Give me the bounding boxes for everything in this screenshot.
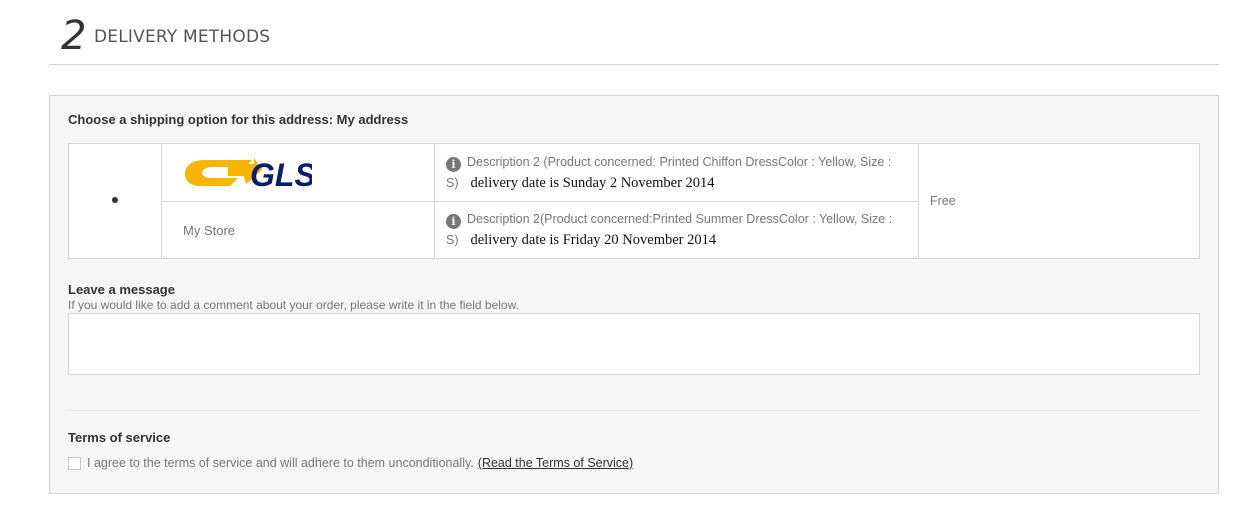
divider [68,410,1200,411]
message-help-text: If you would like to add a comment about… [68,298,519,312]
carrier-description-2: i Description 2(Product concerned:Printed… [434,201,919,259]
carrier-price: Free [930,194,956,208]
terms-title: Terms of service [68,430,171,445]
store-name: My Store [183,223,236,238]
step-number: 2 [61,13,87,59]
delivery-date-1: delivery date is Sunday 2 November 2014 [470,174,715,191]
delivery-date-2: delivery date is Friday 20 November 2014 [470,232,717,248]
step-header: 2 DELIVERY METHODS [49,0,1219,65]
carrier-table: GLS i Description 2 (Product concerned: P… [68,143,1200,259]
message-title: Leave a message [68,282,175,297]
carrier-radio[interactable] [109,194,121,206]
carrier-radio-cell[interactable] [68,143,162,259]
gls-wordmark: GLS [250,157,312,192]
terms-row: I agree to the terms of service and will… [68,456,633,470]
carrier-price-cell: Free [918,143,1200,259]
carrier-logo-cell: GLS [161,143,435,202]
carrier-description-1: i Description 2 (Product concerned: Print… [434,143,919,202]
info-icon: i [446,214,461,229]
delivery-options-panel: Choose a shipping option for this addres… [49,95,1219,494]
info-icon: i [446,156,461,172]
terms-link[interactable]: (Read the Terms of Service) [478,456,633,470]
store-cell: My Store [161,201,435,259]
gls-logo: GLS [185,157,312,192]
terms-agree-text: I agree to the terms of service and will… [87,456,474,470]
terms-checkbox[interactable] [68,456,81,470]
message-textarea[interactable] [68,313,1200,375]
step-title: DELIVERY METHODS [94,27,271,47]
shipping-option-label: Choose a shipping option for this addres… [68,112,409,127]
